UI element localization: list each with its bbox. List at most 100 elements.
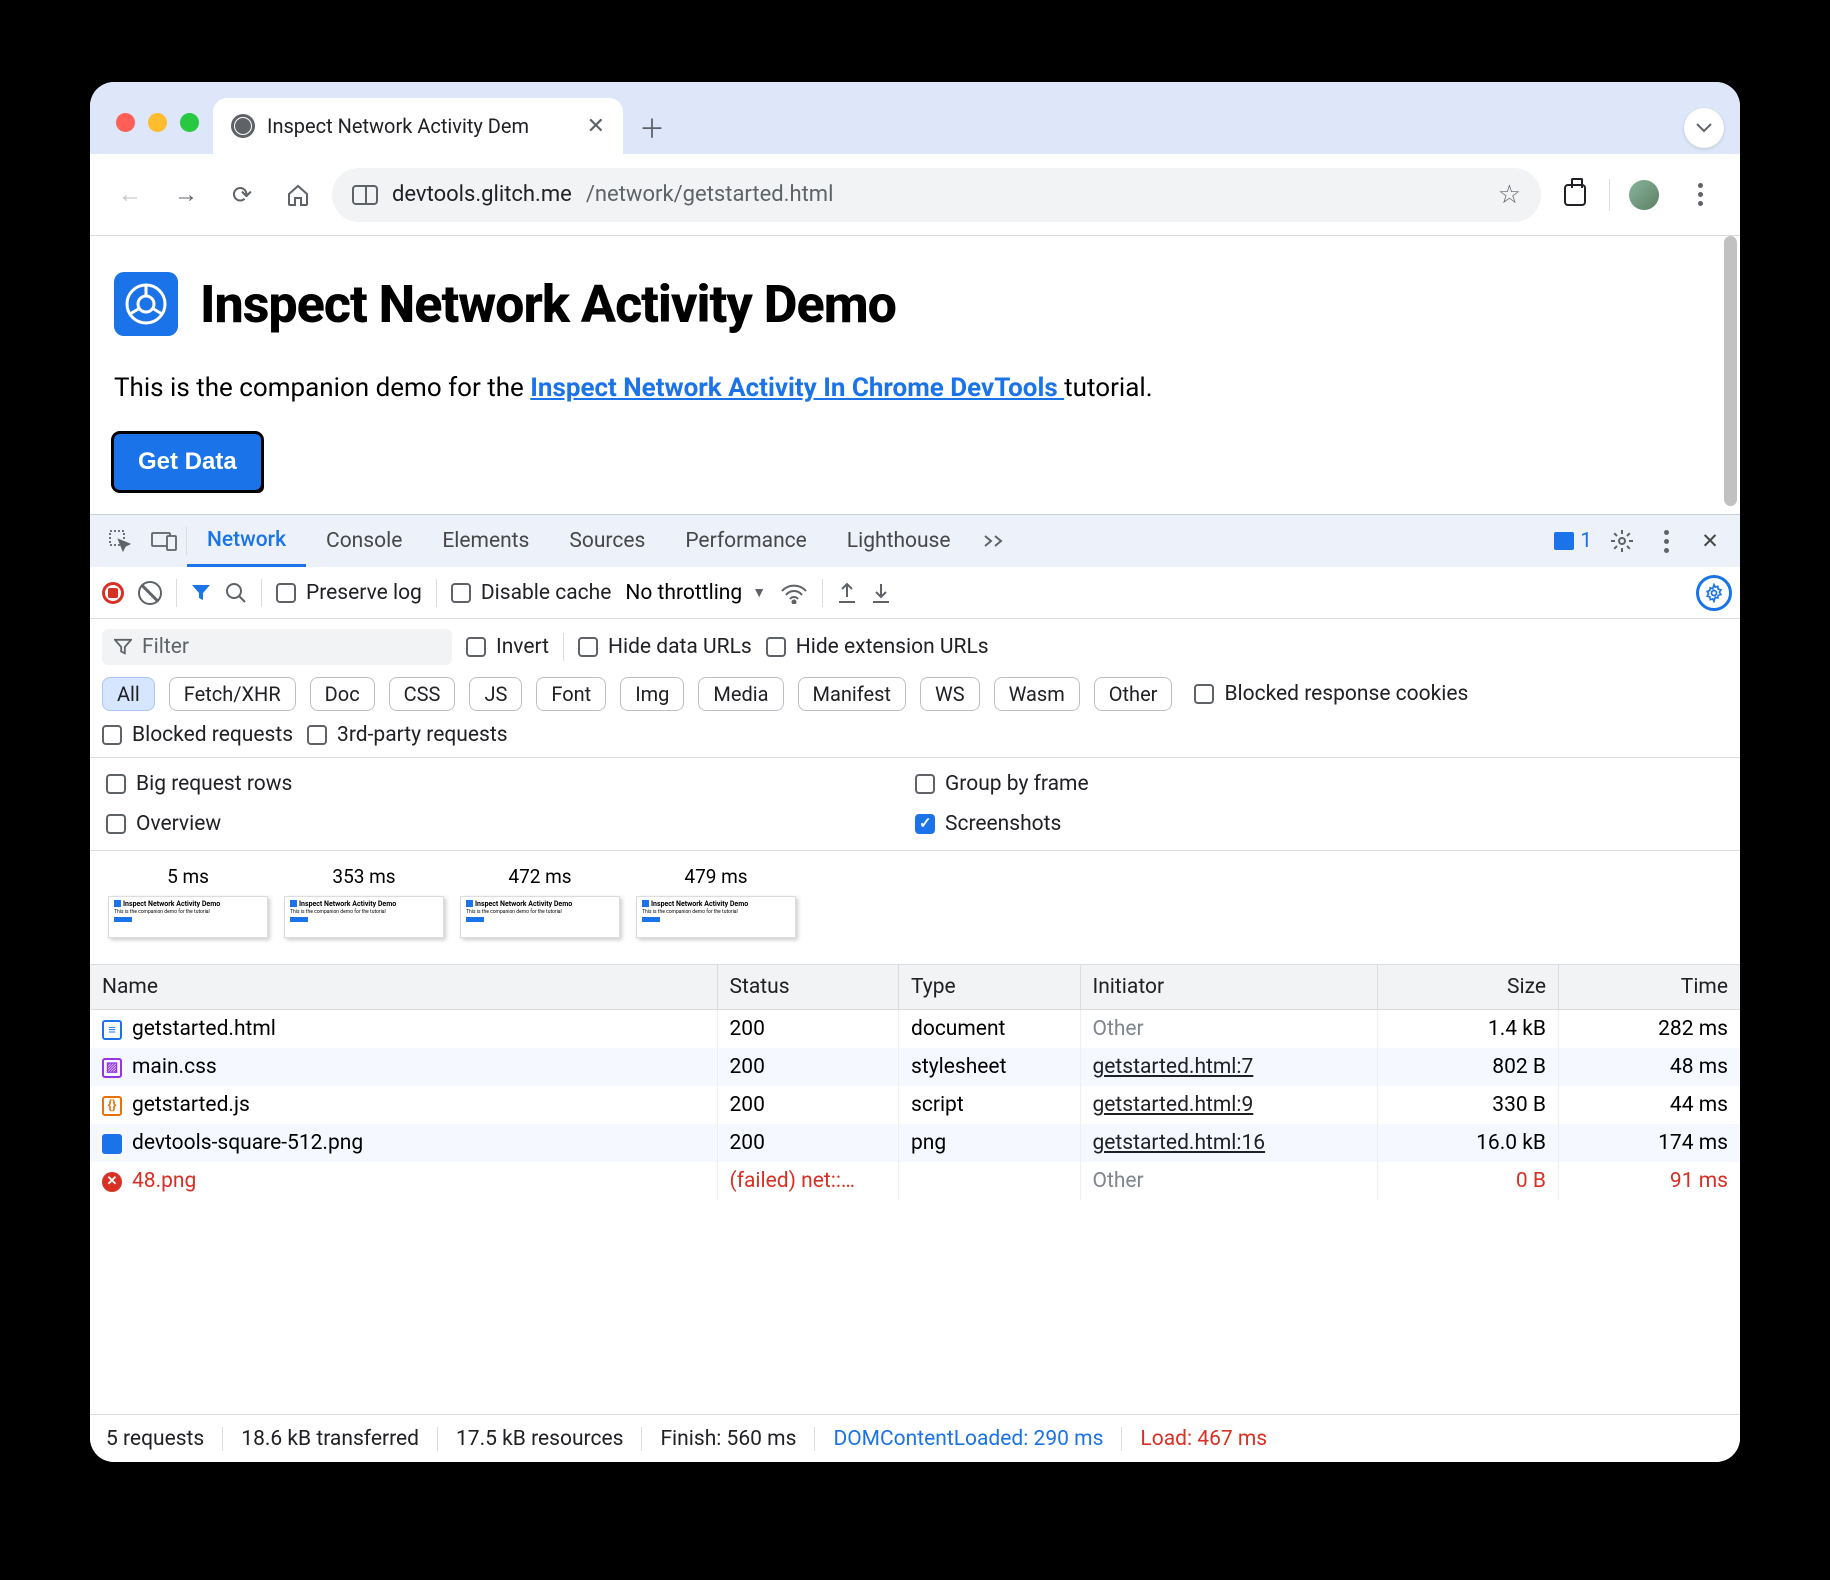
filmstrip-frame[interactable]: 472 msInspect Network Activity DemoThis … (460, 865, 620, 938)
clear-button[interactable] (138, 581, 162, 605)
tutorial-link[interactable]: Inspect Network Activity In Chrome DevTo… (530, 373, 1064, 403)
site-info-icon[interactable] (352, 185, 378, 205)
tab-sources[interactable]: Sources (549, 515, 665, 567)
filter-chip-all[interactable]: All (102, 677, 155, 711)
issues-button[interactable]: 1 (1546, 529, 1600, 553)
col-initiator[interactable]: Initiator (1080, 965, 1377, 1010)
status-dcl: DOMContentLoaded: 290 ms (815, 1427, 1122, 1451)
status-resources: 17.5 kB resources (438, 1427, 642, 1451)
avatar-icon (1629, 180, 1659, 210)
tab-lighthouse[interactable]: Lighthouse (827, 515, 971, 567)
col-name[interactable]: Name (90, 965, 717, 1010)
record-button[interactable] (102, 582, 124, 604)
throttling-select[interactable]: No throttling ▼ (625, 581, 766, 605)
more-tabs-icon[interactable] (971, 534, 1015, 548)
filter-chip-js[interactable]: JS (469, 677, 522, 711)
hide-extension-urls-checkbox[interactable]: Hide extension URLs (766, 635, 989, 659)
filter-chip-fetch[interactable]: Fetch/XHR (169, 677, 296, 711)
device-toolbar-icon[interactable] (142, 531, 186, 551)
reload-button[interactable]: ⟳ (220, 173, 264, 217)
new-tab-button[interactable]: ＋ (631, 106, 673, 148)
tab-strip: Inspect Network Activity Dem ✕ ＋ (90, 82, 1740, 154)
filter-chip-img[interactable]: Img (620, 677, 684, 711)
preserve-log-checkbox[interactable]: Preserve log (276, 581, 422, 605)
maximize-window[interactable] (180, 113, 199, 132)
group-by-frame-checkbox[interactable]: Group by frame (915, 772, 1724, 796)
filter-chip-other[interactable]: Other (1094, 677, 1173, 711)
filmstrip: 5 msInspect Network Activity DemoThis is… (90, 851, 1740, 965)
browser-menu-button[interactable] (1678, 173, 1722, 217)
invert-checkbox[interactable]: Invert (466, 635, 549, 659)
issues-icon (1554, 532, 1574, 550)
tab-network[interactable]: Network (187, 515, 306, 567)
tabs-menu-button[interactable] (1684, 108, 1724, 148)
col-type[interactable]: Type (899, 965, 1081, 1010)
upload-har-icon[interactable] (837, 582, 857, 604)
close-window[interactable] (116, 113, 135, 132)
close-devtools-icon[interactable]: ✕ (1688, 529, 1732, 554)
third-party-checkbox[interactable]: 3rd-party requests (307, 723, 507, 747)
tab-elements[interactable]: Elements (422, 515, 549, 567)
search-icon[interactable] (225, 582, 247, 604)
filter-chip-doc[interactable]: Doc (310, 677, 375, 711)
screenshots-checkbox[interactable]: Screenshots (915, 812, 1724, 836)
devtools-menu-icon[interactable] (1644, 530, 1688, 553)
globe-icon (231, 114, 255, 138)
close-tab-icon[interactable]: ✕ (587, 114, 605, 139)
file-type-icon: {} (102, 1096, 122, 1116)
get-data-button[interactable]: Get Data (114, 434, 261, 490)
filter-chip-wasm[interactable]: Wasm (994, 677, 1080, 711)
back-button[interactable]: ← (108, 173, 152, 217)
hide-data-urls-checkbox[interactable]: Hide data URLs (578, 635, 752, 659)
bookmark-icon[interactable]: ☆ (1498, 180, 1521, 210)
filter-input[interactable]: Filter (102, 629, 452, 665)
table-row[interactable]: ≡getstarted.html 200 document Other 1.4 … (90, 1010, 1740, 1049)
table-row[interactable]: ✕48.png (failed) net::… Other 0 B 91 ms (90, 1162, 1740, 1200)
network-settings-icon[interactable] (1696, 575, 1732, 611)
browser-tab[interactable]: Inspect Network Activity Dem ✕ (213, 98, 623, 154)
file-type-icon: ≡ (102, 1020, 122, 1040)
blocked-requests-checkbox[interactable]: Blocked requests (102, 723, 293, 747)
file-type-icon: ✕ (102, 1172, 122, 1192)
issues-count: 1 (1580, 529, 1592, 553)
tab-title: Inspect Network Activity Dem (267, 114, 575, 138)
extensions-button[interactable] (1553, 173, 1597, 217)
filter-chip-ws[interactable]: WS (920, 677, 980, 711)
table-row[interactable]: {}getstarted.js 200 script getstarted.ht… (90, 1086, 1740, 1124)
filter-toggle-icon[interactable] (191, 583, 211, 603)
table-row[interactable]: devtools-square-512.png 200 png getstart… (90, 1124, 1740, 1162)
minimize-window[interactable] (148, 113, 167, 132)
browser-toolbar: ← → ⟳ devtools.glitch.me/network/getstar… (90, 154, 1740, 236)
settings-icon[interactable] (1600, 529, 1644, 553)
address-bar[interactable]: devtools.glitch.me/network/getstarted.ht… (332, 168, 1541, 222)
devtools-panel: Network Console Elements Sources Perform… (90, 514, 1740, 1462)
filter-chip-manifest[interactable]: Manifest (798, 677, 906, 711)
filmstrip-frame[interactable]: 5 msInspect Network Activity DemoThis is… (108, 865, 268, 938)
blocked-cookies-checkbox[interactable]: Blocked response cookies (1194, 682, 1468, 706)
status-requests: 5 requests (106, 1427, 223, 1451)
profile-button[interactable] (1622, 173, 1666, 217)
filter-chip-font[interactable]: Font (536, 677, 606, 711)
filmstrip-frame[interactable]: 353 msInspect Network Activity DemoThis … (284, 865, 444, 938)
table-row[interactable]: ▨main.css 200 stylesheet getstarted.html… (90, 1048, 1740, 1086)
download-har-icon[interactable] (871, 582, 891, 604)
scrollbar[interactable] (1724, 236, 1737, 506)
col-status[interactable]: Status (717, 965, 899, 1010)
filter-chip-media[interactable]: Media (698, 677, 783, 711)
status-transferred: 18.6 kB transferred (223, 1427, 438, 1451)
disable-cache-checkbox[interactable]: Disable cache (451, 581, 612, 605)
overview-checkbox[interactable]: Overview (106, 812, 915, 836)
filter-chip-css[interactable]: CSS (389, 677, 456, 711)
big-rows-checkbox[interactable]: Big request rows (106, 772, 915, 796)
filmstrip-frame[interactable]: 479 msInspect Network Activity DemoThis … (636, 865, 796, 938)
tab-console[interactable]: Console (306, 515, 422, 567)
devtools-tabs: Network Console Elements Sources Perform… (90, 515, 1740, 567)
col-size[interactable]: Size (1377, 965, 1559, 1010)
network-conditions-icon[interactable] (780, 582, 808, 604)
inspect-element-icon[interactable] (98, 530, 142, 552)
status-bar: 5 requests 18.6 kB transferred 17.5 kB r… (90, 1414, 1740, 1462)
tab-performance[interactable]: Performance (665, 515, 826, 567)
home-button[interactable] (276, 173, 320, 217)
forward-button[interactable]: → (164, 173, 208, 217)
col-time[interactable]: Time (1559, 965, 1741, 1010)
